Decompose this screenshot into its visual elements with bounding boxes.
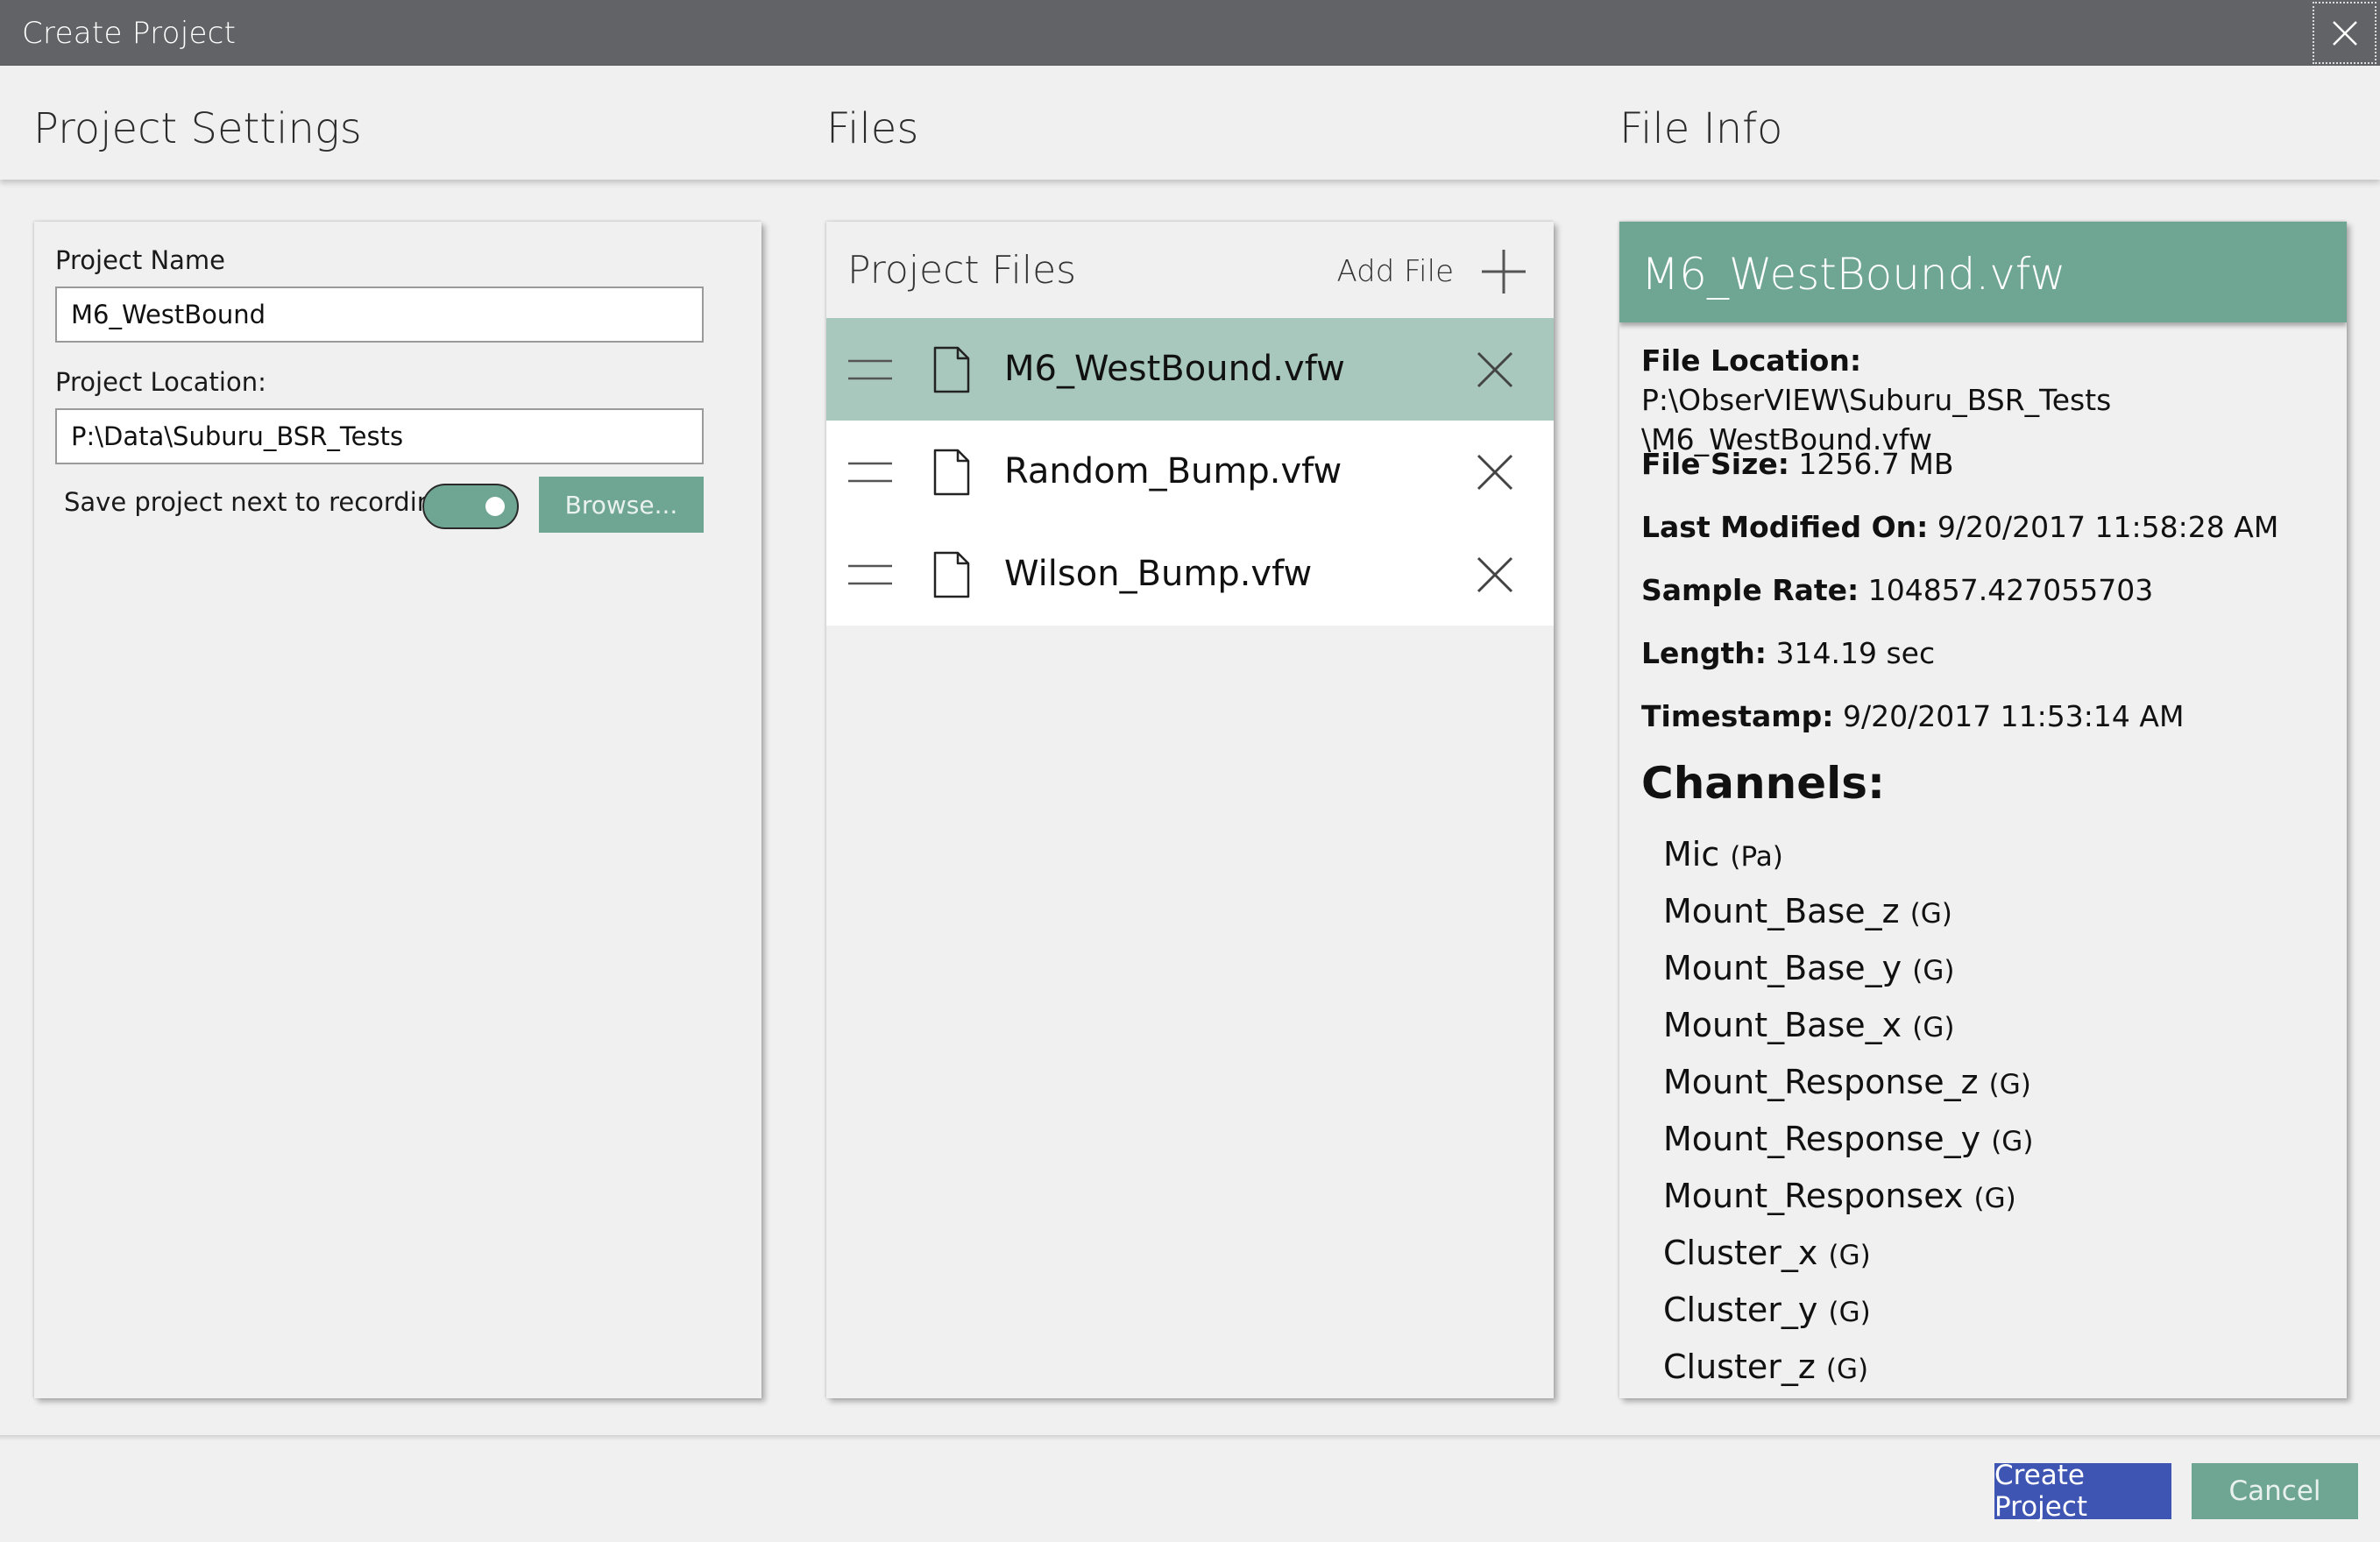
channel-item: Mic (Pa) bbox=[1663, 835, 1783, 874]
title-bar: Create Project bbox=[0, 0, 2380, 66]
drag-handle-icon[interactable] bbox=[848, 562, 892, 588]
sample-rate-label: Sample Rate: bbox=[1641, 573, 1859, 607]
file-icon bbox=[933, 449, 970, 496]
channel-name: Mount_Base_y bbox=[1663, 949, 1902, 987]
channel-item: Cluster_z (G) bbox=[1663, 1347, 1868, 1386]
browse-button[interactable]: Browse... bbox=[539, 477, 704, 533]
toggle-knob bbox=[485, 497, 505, 516]
channel-name: Mount_Response_y bbox=[1663, 1120, 1981, 1158]
save-next-to-recording-toggle[interactable] bbox=[422, 484, 519, 529]
file-name: Wilson_Bump.vfw bbox=[1004, 554, 1313, 594]
channel-name: Mount_Response_z bbox=[1663, 1063, 1979, 1101]
project-name-label: Project Name bbox=[55, 245, 225, 275]
add-file-label: Add File bbox=[1336, 254, 1454, 289]
files-panel: Project Files Add File M6_WestBound.vfw … bbox=[826, 222, 1554, 1398]
channel-unit: (G) bbox=[1912, 1012, 1955, 1043]
project-settings-panel: Project Name M6_WestBound Project Locati… bbox=[34, 222, 761, 1398]
file-row-wilson-bump[interactable]: Wilson_Bump.vfw bbox=[826, 523, 1554, 626]
file-size-line: File Size: 1256.7 MB bbox=[1641, 444, 2325, 484]
channel-name: Mic bbox=[1663, 835, 1720, 874]
channel-unit: (G) bbox=[1828, 1240, 1871, 1271]
sample-rate-line: Sample Rate: 104857.427055703 bbox=[1641, 570, 2325, 610]
file-icon bbox=[933, 551, 970, 598]
file-info-panel: M6_WestBound.vfw File Location: P:\Obser… bbox=[1619, 222, 2347, 1398]
channel-item: Mount_Response_y (G) bbox=[1663, 1120, 2033, 1158]
add-file-button[interactable]: Add File bbox=[1336, 241, 1527, 302]
file-info-heading: File Info bbox=[1619, 104, 1783, 153]
channel-unit: (G) bbox=[1909, 898, 1952, 930]
file-icon bbox=[933, 346, 970, 393]
channel-item: Cluster_x (G) bbox=[1663, 1234, 1871, 1272]
last-modified-line: Last Modified On: 9/20/2017 11:58:28 AM bbox=[1641, 507, 2325, 547]
timestamp-label: Timestamp: bbox=[1641, 699, 1834, 733]
channels-heading: Channels: bbox=[1641, 758, 1886, 809]
plus-icon bbox=[1482, 250, 1526, 294]
remove-file-icon[interactable] bbox=[1477, 351, 1513, 388]
window-title: Create Project bbox=[22, 16, 237, 51]
file-row-m6-westbound[interactable]: M6_WestBound.vfw bbox=[826, 318, 1554, 421]
length-line: Length: 314.19 sec bbox=[1641, 633, 2325, 673]
channel-name: Cluster_x bbox=[1663, 1234, 1818, 1272]
cancel-button[interactable]: Cancel bbox=[2192, 1463, 2358, 1519]
timestamp-line: Timestamp: 9/20/2017 11:53:14 AM bbox=[1641, 697, 2325, 736]
file-name: M6_WestBound.vfw bbox=[1004, 349, 1345, 389]
channel-item: Mount_Response_z (G) bbox=[1663, 1063, 2031, 1101]
column-header-row: Project Settings Files File Info bbox=[0, 66, 2380, 180]
file-location-value: P:\ObserVIEW\Suburu_BSR_Tests bbox=[1641, 383, 2112, 417]
remove-file-icon[interactable] bbox=[1477, 454, 1513, 491]
channel-name: Cluster_z bbox=[1663, 1347, 1816, 1386]
project-files-title: Project Files bbox=[847, 248, 1077, 293]
project-location-input[interactable]: P:\Data\Suburu_BSR_Tests bbox=[55, 408, 704, 464]
length-value: 314.19 sec bbox=[1775, 636, 1936, 670]
drag-handle-icon[interactable] bbox=[848, 357, 892, 383]
channel-item: Mount_Base_y (G) bbox=[1663, 949, 1954, 987]
file-name: Random_Bump.vfw bbox=[1004, 451, 1342, 492]
file-info-header: M6_WestBound.vfw bbox=[1619, 222, 2347, 322]
last-modified-label: Last Modified On: bbox=[1641, 510, 1929, 544]
timestamp-value: 9/20/2017 11:53:14 AM bbox=[1842, 699, 2185, 733]
project-settings-heading: Project Settings bbox=[33, 104, 362, 153]
channel-unit: (Pa) bbox=[1730, 841, 1783, 873]
channel-name: Mount_Base_z bbox=[1663, 892, 1900, 930]
channel-item: Mount_Base_x (G) bbox=[1663, 1006, 1954, 1044]
channel-name: Mount_Responsex bbox=[1663, 1177, 1964, 1215]
sample-rate-value: 104857.427055703 bbox=[1867, 573, 2154, 607]
channel-item: Cluster_y (G) bbox=[1663, 1291, 1871, 1329]
channel-unit: (G) bbox=[1991, 1126, 2034, 1157]
file-row-random-bump[interactable]: Random_Bump.vfw bbox=[826, 421, 1554, 523]
file-size-value: 1256.7 MB bbox=[1798, 447, 1954, 481]
save-next-to-recording-label: Save project next to recording bbox=[64, 487, 450, 517]
channel-unit: (G) bbox=[1825, 1354, 1869, 1385]
files-heading: Files bbox=[826, 104, 919, 153]
channel-unit: (G) bbox=[1912, 955, 1955, 987]
channel-item: Mount_Responsex (G) bbox=[1663, 1177, 2016, 1215]
last-modified-value: 9/20/2017 11:58:28 AM bbox=[1937, 510, 2279, 544]
channel-item: Mount_Base_z (G) bbox=[1663, 892, 1952, 930]
create-project-button[interactable]: Create Project bbox=[1994, 1460, 2171, 1523]
remove-file-icon[interactable] bbox=[1477, 556, 1513, 593]
project-name-input[interactable]: M6_WestBound bbox=[55, 286, 704, 343]
footer-divider bbox=[0, 1435, 2380, 1440]
length-label: Length: bbox=[1641, 636, 1767, 670]
channel-name: Cluster_y bbox=[1663, 1291, 1818, 1329]
close-icon bbox=[2332, 20, 2357, 46]
channel-unit: (G) bbox=[1973, 1183, 2016, 1214]
selected-file-title: M6_WestBound.vfw bbox=[1641, 249, 2066, 300]
channel-name: Mount_Base_x bbox=[1663, 1006, 1902, 1044]
channel-unit: (G) bbox=[1988, 1069, 2031, 1100]
file-location-label: File Location: bbox=[1641, 343, 1862, 378]
drag-handle-icon[interactable] bbox=[848, 459, 892, 485]
file-size-label: File Size: bbox=[1641, 447, 1789, 481]
project-location-label: Project Location: bbox=[55, 367, 266, 397]
file-location-line: File Location: P:\ObserVIEW\Suburu_BSR_T… bbox=[1641, 341, 2325, 459]
window-close-button[interactable] bbox=[2313, 2, 2376, 64]
channel-unit: (G) bbox=[1828, 1297, 1871, 1328]
